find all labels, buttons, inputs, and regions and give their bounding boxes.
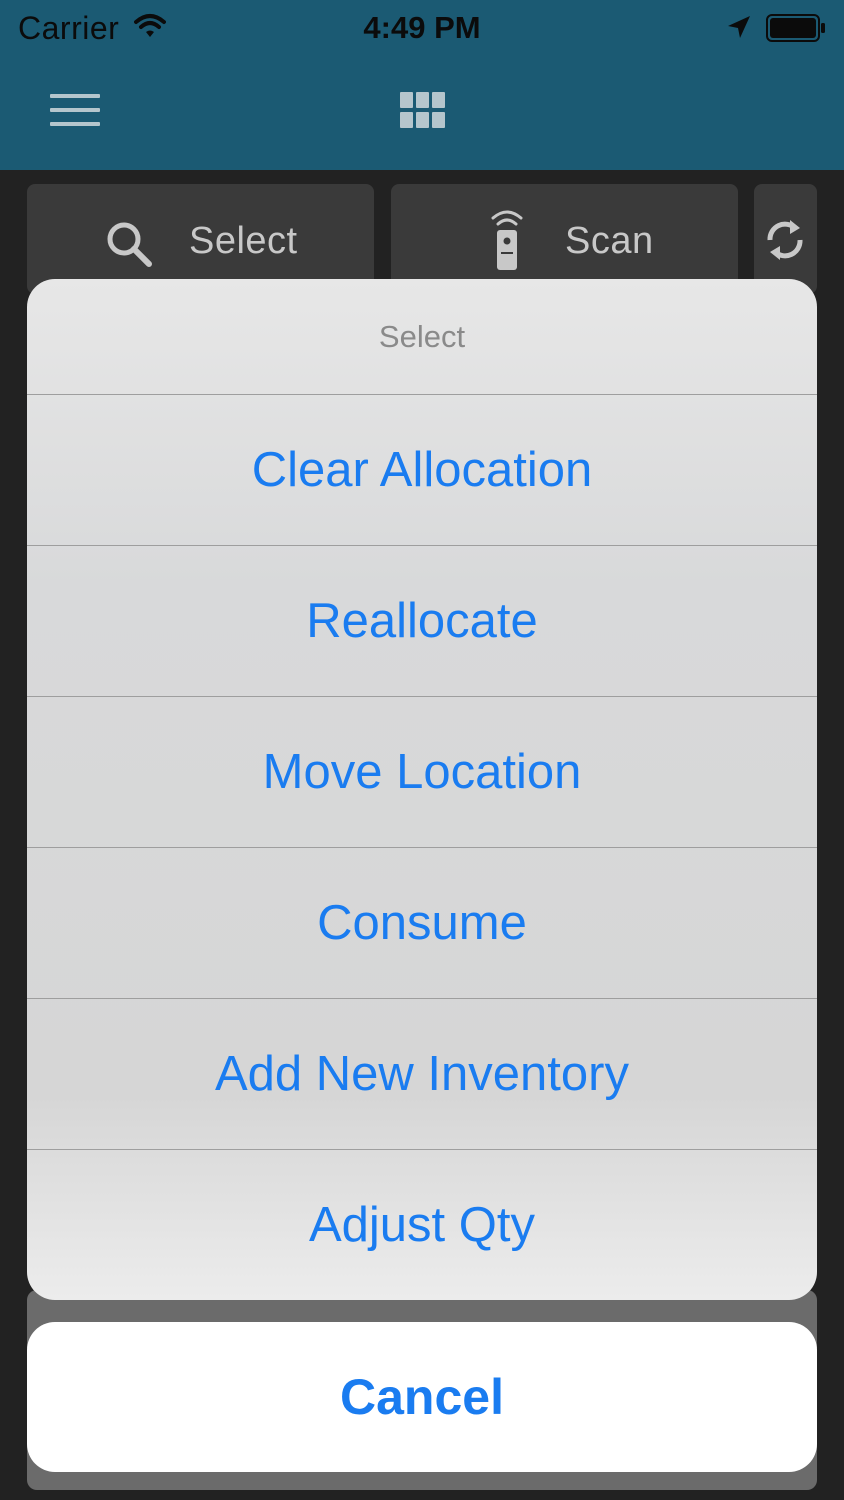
rfid-scanner-icon bbox=[491, 210, 523, 270]
action-reallocate[interactable]: Reallocate bbox=[27, 546, 817, 697]
scan-button-label: Scan bbox=[565, 220, 654, 262]
sync-icon bbox=[767, 220, 803, 260]
battery-icon bbox=[766, 14, 825, 42]
select-button[interactable]: Select bbox=[27, 184, 374, 294]
status-time: 4:49 PM bbox=[363, 10, 481, 45]
action-clear-allocation[interactable]: Clear Allocation bbox=[27, 395, 817, 546]
scan-button[interactable]: Scan bbox=[391, 184, 738, 294]
action-move-location[interactable]: Move Location bbox=[27, 697, 817, 848]
action-consume[interactable]: Consume bbox=[27, 848, 817, 999]
top-bar: Carrier 4:49 PM bbox=[0, 0, 844, 170]
cancel-button[interactable]: Cancel bbox=[27, 1322, 817, 1472]
action-add-new-inventory[interactable]: Add New Inventory bbox=[27, 999, 817, 1150]
grid-icon[interactable] bbox=[400, 92, 446, 128]
action-adjust-qty[interactable]: Adjust Qty bbox=[27, 1150, 817, 1300]
action-sheet-title: Select bbox=[27, 279, 817, 395]
sync-button[interactable] bbox=[754, 184, 817, 294]
action-sheet: Select Clear Allocation Reallocate Move … bbox=[27, 279, 817, 1300]
search-icon bbox=[107, 222, 152, 267]
location-arrow-icon bbox=[728, 16, 750, 38]
select-button-label: Select bbox=[189, 220, 298, 262]
hamburger-menu-icon[interactable] bbox=[50, 94, 100, 126]
status-bar: Carrier 4:49 PM bbox=[0, 0, 844, 58]
